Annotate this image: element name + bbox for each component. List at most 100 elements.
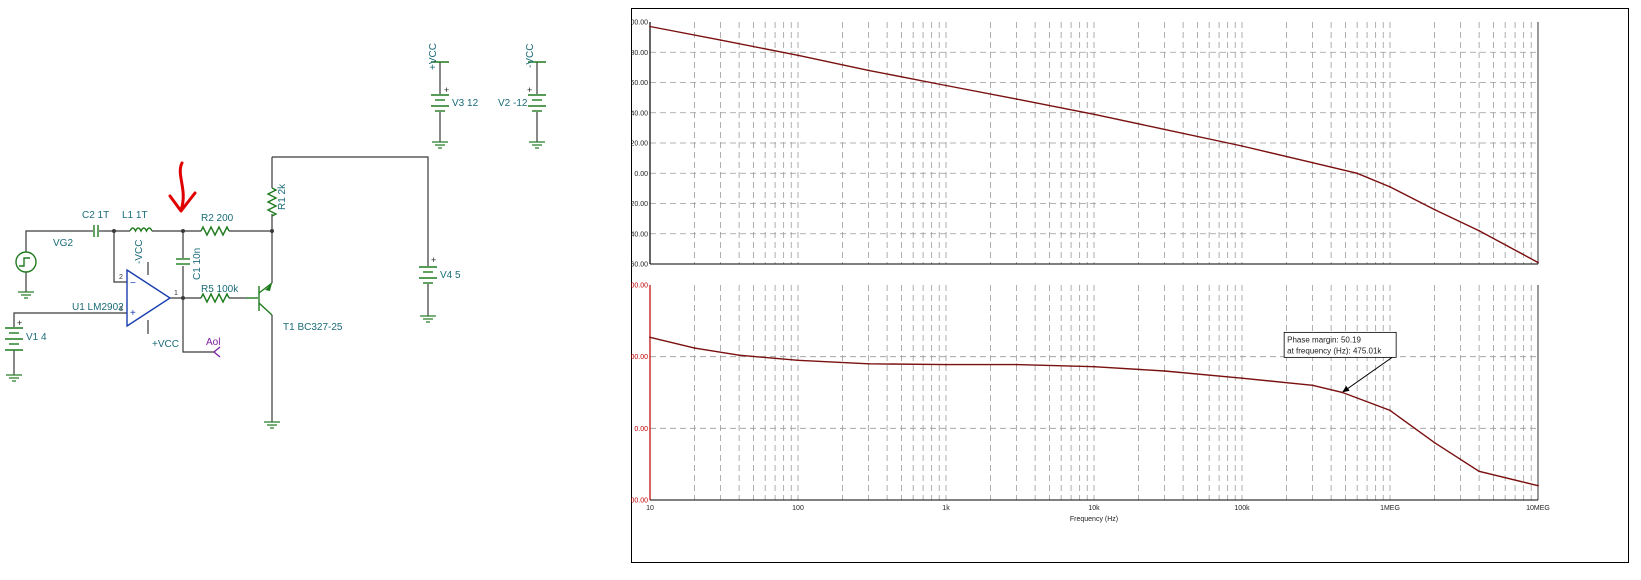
r1-resistor: R1 2k — [266, 183, 288, 217]
data-point — [1163, 370, 1166, 372]
c1-capacitor: C1 10n — [176, 248, 203, 280]
data-point — [945, 363, 947, 366]
data-point — [1241, 377, 1243, 380]
v4-battery: + V4 5 — [419, 255, 461, 284]
data-point — [1163, 128, 1166, 131]
x-tick-label: 100 — [792, 505, 804, 512]
v4-plus: + — [431, 255, 436, 265]
data-point — [1311, 384, 1314, 387]
annotation-line2: at frequency (Hz): 475.01k — [1287, 346, 1382, 355]
x-tick-label: 10k — [1088, 505, 1100, 512]
ground-icon — [420, 315, 436, 323]
u1-label: U1 LM2902 — [72, 302, 124, 313]
y-tick-label: 80.00 — [631, 50, 648, 57]
data-point — [1015, 363, 1018, 366]
y-tick-label: -20.00 — [631, 201, 648, 208]
v2-battery: + V2 -12 -VCC — [498, 44, 546, 112]
v4-label: V4 5 — [440, 270, 461, 281]
ground-symbols — [6, 141, 545, 429]
opamp-neg-rail-label: -VCC — [134, 240, 145, 264]
data-point — [719, 39, 722, 42]
annotation-line1: Phase margin: 50.19 — [1287, 335, 1361, 344]
c1-label: C1 10n — [192, 248, 203, 280]
data-point — [649, 25, 651, 28]
v3-label: V3 12 — [452, 98, 479, 109]
v2-label: V2 -12 — [498, 98, 528, 109]
data-point — [1311, 161, 1314, 164]
data-point — [1433, 441, 1436, 444]
data-point — [1537, 484, 1539, 487]
v1-label: V1 4 — [26, 332, 47, 343]
v1-battery: + V1 4 — [5, 318, 47, 351]
l1-label: L1 1T — [122, 210, 148, 221]
x-axis-label: Frequency (Hz) — [1070, 516, 1118, 523]
x-tick-label: 1k — [942, 505, 950, 512]
phase-plot-panel: 200.00100.000.00-100.00Phase [deg]101001… — [631, 283, 1550, 513]
aol-label: Aol — [206, 337, 220, 348]
opamp-plus: + — [130, 308, 136, 319]
vcc-pos-supply-label: +VCC — [428, 43, 439, 70]
y-tick-label: 200.00 — [631, 283, 648, 290]
l1-inductor: L1 1T — [122, 210, 153, 233]
data-point — [1389, 185, 1391, 188]
v2-plus: + — [527, 85, 532, 95]
data-point — [1093, 113, 1095, 116]
y-tick-label: -60.00 — [631, 262, 648, 269]
v3-plus: + — [444, 85, 449, 95]
y-tick-label: -40.00 — [631, 231, 648, 238]
c2-capacitor: C2 1T — [82, 210, 109, 237]
pin2-label: 2 — [119, 274, 123, 281]
r2-resistor: R2 200 — [200, 213, 234, 237]
aol-probe: Aol — [206, 337, 220, 358]
data-point — [867, 362, 870, 365]
c2-label: C2 1T — [82, 210, 109, 221]
vg2-label: VG2 — [53, 238, 73, 249]
pin1-label: 1 — [174, 290, 178, 297]
r2-label: R2 200 — [201, 213, 234, 224]
annotation-arrowhead — [1342, 385, 1350, 393]
data-point — [693, 347, 696, 349]
data-point — [945, 84, 947, 87]
data-point — [1433, 208, 1436, 211]
ground-icon — [264, 421, 280, 429]
data-point — [867, 69, 870, 72]
y-tick-label: 100.00 — [631, 354, 648, 361]
data-point — [1478, 470, 1481, 473]
y-tick-label: 60.00 — [631, 80, 648, 87]
data-point — [797, 54, 799, 57]
x-tick-label: 10MEG — [1526, 505, 1550, 512]
opamp-minus: − — [130, 278, 136, 289]
y-tick-label: 0.00 — [634, 171, 648, 178]
data-point — [738, 354, 741, 357]
vcc-neg-supply-label: -VCC — [525, 44, 536, 68]
r1-label: R1 2k — [277, 183, 288, 210]
ground-icon — [432, 141, 448, 149]
data-point — [1389, 409, 1391, 412]
y-tick-label: -100.00 — [631, 498, 648, 505]
ground-icon — [6, 374, 22, 382]
t1-transistor: T1 BC327-25 — [246, 282, 343, 333]
opamp-pos-rail-label: +VCC — [152, 339, 179, 350]
data-point — [1478, 229, 1481, 232]
circuit-schematic: VG2 C2 1T L1 1T R2 200 R1 2k C1 10n R5 1… — [5, 43, 546, 429]
x-tick-label: 1MEG — [1380, 505, 1400, 512]
data-point — [1015, 98, 1018, 101]
annotation-pointer — [1344, 356, 1393, 391]
y-tick-label: 20.00 — [631, 141, 648, 148]
ground-icon — [18, 291, 34, 299]
y-tick-label: 100.00 — [631, 20, 648, 27]
v1-plus: + — [17, 318, 22, 328]
ground-icon — [529, 141, 545, 149]
red-arrow-marker-icon — [168, 161, 197, 213]
gain-plot-panel: 100.00 80.00 60.00 40.00 20.00 0.00 -20.00 -40.… — [631, 20, 1539, 269]
v3-battery: + V3 12 +VCC — [428, 43, 479, 112]
data-point — [1356, 172, 1359, 175]
x-tick-label: 10 — [646, 505, 654, 512]
schematic-wires — [13, 62, 538, 422]
data-point — [797, 359, 799, 362]
x-tick-label: 100k — [1234, 505, 1250, 512]
y-tick-label: 40.00 — [631, 110, 648, 117]
data-point — [649, 336, 651, 339]
r5-label: R5 100k — [201, 284, 239, 295]
data-point — [1537, 261, 1539, 264]
